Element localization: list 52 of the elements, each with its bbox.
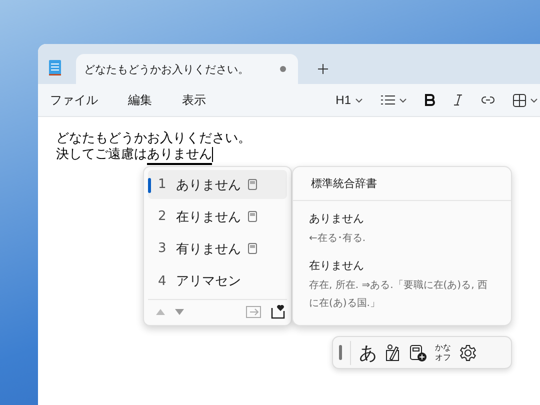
heart-note-icon[interactable] <box>271 305 285 320</box>
dictionary-headword: 在りません <box>309 258 365 273</box>
candidate-number: 1 <box>158 177 168 192</box>
tab-title: どなたもどうかお入りください。 <box>84 62 249 76</box>
drag-handle-icon[interactable] <box>339 345 342 360</box>
heading-dropdown[interactable]: H1 <box>334 91 365 109</box>
italic-button[interactable] <box>451 92 465 108</box>
notepad-icon <box>48 58 62 76</box>
ime-pad-button[interactable] <box>385 344 401 362</box>
candidate-item[interactable]: 3 有りません <box>148 234 287 264</box>
menu-item[interactable]: ファイル <box>50 88 98 112</box>
dictionary-definition: ←在る･有る. <box>309 232 367 246</box>
settings-icon <box>459 344 477 362</box>
list-dropdown[interactable] <box>379 93 409 107</box>
book-add-icon <box>409 344 427 362</box>
candidate-text: 在りません <box>176 208 240 226</box>
table-icon <box>513 94 526 106</box>
candidate-text: アリマセン <box>176 273 240 290</box>
candidate-text: ありません <box>176 176 240 194</box>
link-button[interactable] <box>479 94 497 106</box>
brush-pencil-icon <box>385 344 401 362</box>
kana-input-button[interactable]: かな オフ <box>435 342 451 362</box>
candidate-number: 3 <box>158 241 168 256</box>
italic-icon <box>453 94 463 106</box>
candidate-item[interactable]: 2 在りません <box>148 202 287 232</box>
candidate-item[interactable]: 4 アリマセン <box>148 266 287 296</box>
bold-button[interactable] <box>423 92 437 108</box>
table-dropdown[interactable] <box>511 92 540 108</box>
candidate-number: 4 <box>158 274 168 289</box>
list-icon <box>381 95 395 105</box>
text-caret <box>212 147 213 162</box>
dictionary-title: 標準統合辞書 <box>293 167 511 201</box>
plus-icon <box>317 62 329 74</box>
document-text: どなたもどうかお入りください。 <box>56 131 251 147</box>
candidate-text: 有りません <box>176 240 240 258</box>
candidate-number: 2 <box>158 209 168 224</box>
menu-item[interactable]: 編集 <box>128 88 152 112</box>
chevron-down-icon <box>530 98 538 102</box>
document-text: 決してご遠慮は <box>56 147 147 164</box>
link-icon <box>481 96 495 104</box>
down-arrow-icon[interactable] <box>175 309 184 316</box>
settings-button[interactable] <box>459 344 477 362</box>
document-tab[interactable]: どなたもどうかお入りください。 <box>76 54 298 84</box>
dictionary-definition: 存在, 所在. ⇒ある.「要職に在(あ)る, 西に在(あ)る国.」 <box>309 278 488 311</box>
add-word-button[interactable] <box>409 344 427 362</box>
bold-icon <box>425 94 435 106</box>
menu-item[interactable]: 表示 <box>182 88 206 112</box>
chevron-down-icon <box>355 98 363 102</box>
dictionary-headword: ありません <box>309 211 365 226</box>
chevron-down-icon <box>399 98 407 102</box>
input-mode-button[interactable]: あ <box>350 340 377 364</box>
candidate-item[interactable]: 1 ありません <box>148 170 287 200</box>
